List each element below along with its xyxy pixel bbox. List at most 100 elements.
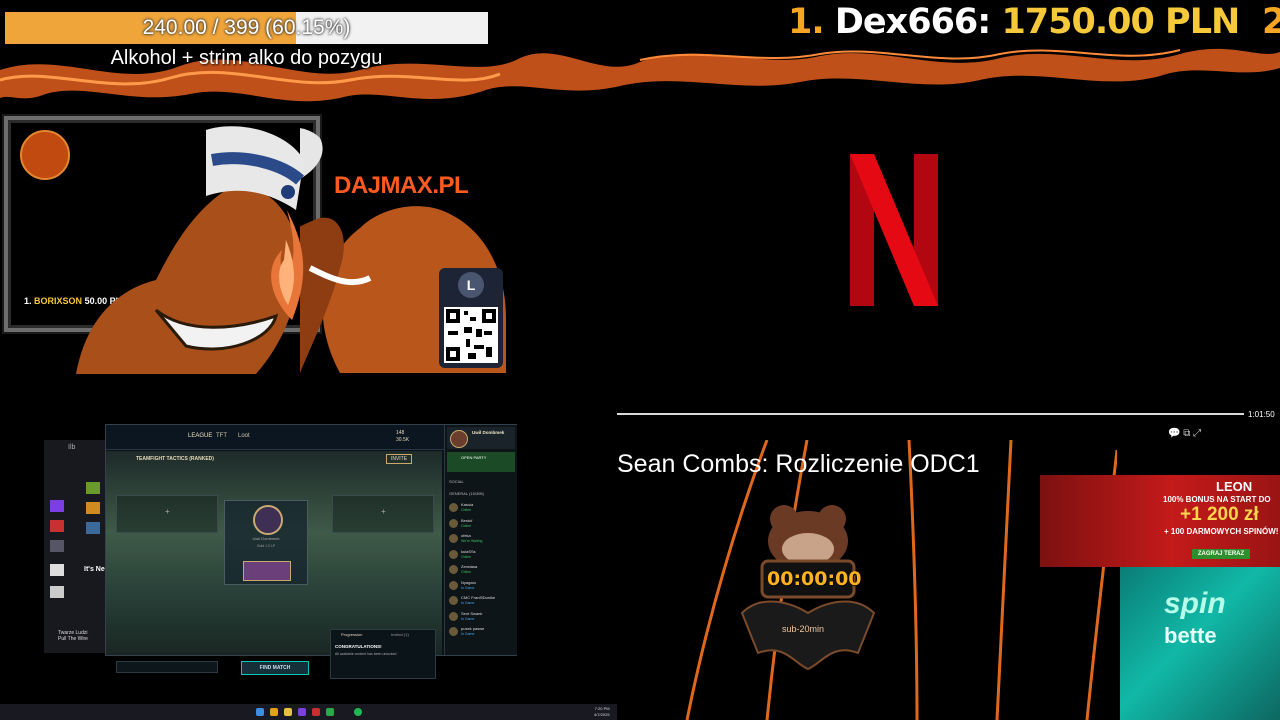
open-party-label: OPEN PARTY	[461, 455, 487, 460]
taskbar-clock: 7:20 PM 4/7/2025	[594, 706, 610, 718]
lol-nav-league[interactable]: LEAGUE	[188, 433, 212, 439]
friend-row[interactable]: Nyagaro In Game	[447, 579, 515, 593]
friend-name: pusek paswe	[461, 626, 485, 631]
progression-tab[interactable]: Progression	[341, 632, 362, 637]
invited-tab[interactable]: Invited (1)	[391, 632, 409, 637]
top-donor-rank: 1.	[788, 2, 825, 42]
store-tile[interactable]	[50, 520, 64, 532]
donation-goal-label: Alkohol + strim alko do pozygu	[110, 47, 383, 69]
next-donor-rank: 2	[1262, 2, 1280, 42]
app-icon[interactable]	[312, 708, 320, 716]
player-controls: 💬 ⧉ ⤢	[1168, 428, 1201, 439]
video-time: 1:01:50	[1248, 410, 1275, 419]
friend-row[interactable]: CMC Franf3Dunike In Game	[447, 594, 515, 608]
congrats-title: CONGRATULATIONS!	[335, 644, 382, 649]
spotify-icon[interactable]	[354, 708, 362, 716]
invite-button[interactable]: INVITE	[386, 454, 412, 464]
friend-status: We're Waiting	[461, 539, 483, 543]
congrats-text: All available content has been unlocked	[335, 652, 397, 656]
friend-avatar	[449, 565, 458, 574]
friend-row[interactable]: Kasuia Online	[447, 501, 515, 515]
store-headline: It's Ne	[84, 566, 105, 573]
party-slot-left[interactable]: +	[116, 495, 218, 533]
store-tile[interactable]	[50, 500, 64, 512]
friend-name: Sent Swank	[461, 610, 483, 616]
chat-icon[interactable]: 💬	[1168, 428, 1180, 439]
open-party-button[interactable]: OPEN PARTY	[447, 452, 515, 472]
lol-social-panel: Uwil Dombmek OPEN PARTY SOCIAL GENERAL (…	[444, 425, 517, 655]
party-slot-right[interactable]: +	[332, 495, 434, 533]
tactician-selector[interactable]	[243, 561, 291, 581]
friend-status: In Game	[461, 601, 475, 605]
player-card-rank: Gold 1 0 LP	[256, 544, 276, 548]
store-tile[interactable]	[86, 522, 100, 534]
friend-avatar	[449, 503, 458, 512]
browser-icon[interactable]	[270, 708, 278, 716]
friend-avatar	[449, 596, 458, 605]
leon-casino-ad[interactable]: LEON 100% BONUS NA START DO +1 200 zł + …	[1040, 475, 1280, 567]
promo-brand: DAJMAX.PL	[334, 172, 469, 199]
pip-icon[interactable]: ⧉	[1183, 428, 1190, 439]
qr-code-icon	[444, 307, 498, 363]
webcam-donor-rank: 1.	[24, 296, 32, 306]
store-bottom-sub: Pull The Wire	[58, 636, 88, 642]
leon-free-spins: + 100 DARMOWYCH SPINÓW!	[1164, 527, 1279, 536]
leon-bonus-amount: +1 200 zł	[1180, 504, 1259, 525]
lol-lobby-field: + + Uwil Dombmek Gold 1 0 LP FIND MATCH …	[106, 451, 442, 679]
video-progress-bar[interactable]	[617, 413, 1244, 415]
friend-avatar	[449, 580, 458, 590]
friend-row[interactable]: ofeka We're Waiting	[447, 532, 515, 546]
progression-panel: Progression Invited (1) CONGRATULATIONS!…	[330, 629, 436, 679]
lol-nav-badge[interactable]: Loot	[238, 433, 250, 439]
store-tile[interactable]	[86, 482, 100, 494]
friends-group-header[interactable]: GENERAL (15/395)	[449, 491, 484, 496]
start-icon[interactable]	[256, 708, 264, 716]
fullscreen-icon[interactable]: ⤢	[1193, 428, 1201, 439]
app-icon[interactable]	[326, 708, 334, 716]
leon-brand: LEON	[1216, 479, 1253, 494]
store-tile[interactable]	[86, 502, 100, 514]
profile-header[interactable]: Uwil Dombmek	[447, 427, 515, 449]
windows-taskbar: 7:20 PM 4/7/2025	[0, 704, 617, 720]
find-match-button[interactable]: FIND MATCH	[241, 661, 309, 675]
lobby-chat-input[interactable]	[116, 661, 218, 673]
player-avatar	[253, 505, 283, 535]
friend-name: CMC Franf3Dunike	[461, 595, 496, 600]
taskbar-date: 4/7/2025	[594, 712, 610, 717]
video-title: Sean Combs: Rozliczenie ODC1	[617, 450, 980, 478]
friend-status: In Game	[461, 632, 475, 636]
friend-avatar	[449, 611, 458, 621]
spin-brand-line1: spin	[1164, 587, 1226, 620]
player-card: Uwil Dombmek Gold 1 0 LP	[224, 500, 308, 585]
friend-row[interactable]: kulaSSs Online	[447, 548, 515, 562]
leon-bonus-line: 100% BONUS NA START DO	[1163, 495, 1271, 504]
store-tile[interactable]	[50, 540, 64, 552]
store-tile[interactable]	[50, 586, 64, 598]
netflix-logo-icon	[850, 154, 938, 306]
leon-play-button[interactable]: ZAGRAJ TERAZ	[1192, 549, 1250, 559]
friend-name: kulaSSs	[461, 548, 476, 554]
friend-row[interactable]: Zerwiasa Online	[447, 563, 515, 577]
store-bottom-title: Twarze Ludzi Pull The Wire	[58, 630, 88, 642]
friend-name: Kasuia	[461, 502, 474, 507]
friend-avatar	[449, 534, 458, 543]
store-tile[interactable]	[50, 564, 64, 576]
friend-row[interactable]: pusek paswe In Game	[447, 625, 515, 639]
folder-icon[interactable]	[284, 708, 292, 716]
friend-status: In Game	[461, 616, 475, 621]
friend-status: Online	[461, 554, 472, 559]
friend-status: Online	[461, 523, 472, 528]
spinbetter-ad[interactable]: spin bette	[1120, 567, 1280, 720]
friend-row[interactable]: Bestuf Online	[447, 517, 515, 531]
friend-avatar	[449, 549, 458, 559]
friend-name: Bestuf	[461, 517, 473, 523]
league-client-window: LEAGUE TFT Loot 148 30.5K + + Uwil Dombm…	[105, 424, 517, 679]
friend-status: Online	[461, 570, 472, 574]
app-icon[interactable]	[298, 708, 306, 716]
lol-nav-tft[interactable]: TFT	[216, 433, 227, 439]
store-header: Ilb	[68, 444, 76, 451]
friend-row[interactable]: Sent Swank In Game	[447, 610, 515, 624]
lol-currency: 148 30.5K	[396, 430, 409, 444]
stream-timer: 00:00:00	[767, 568, 862, 590]
friend-status: In Game	[461, 585, 475, 590]
